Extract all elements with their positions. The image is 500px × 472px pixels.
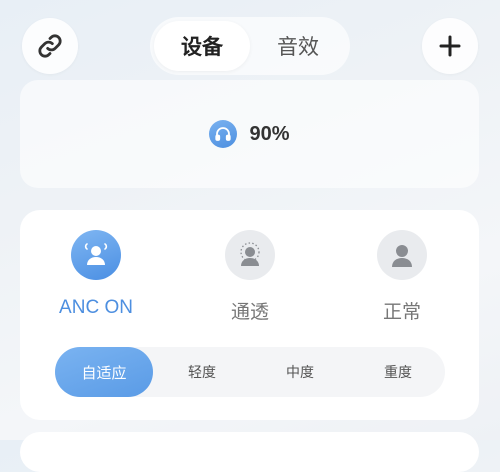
tab-device[interactable]: 设备 [154, 21, 250, 71]
mode-label-normal: 正常 [382, 302, 421, 323]
add-button[interactable] [422, 18, 478, 74]
next-card [20, 432, 479, 472]
battery-status: 90% [209, 120, 290, 148]
plus-icon [439, 35, 461, 57]
link-button[interactable] [22, 18, 78, 74]
headphones-icon [209, 120, 238, 148]
transparency-person-icon [225, 230, 275, 280]
tab-sound-effects[interactable]: 音效 [250, 21, 346, 71]
mode-normal[interactable]: 正常 [342, 230, 462, 324]
mode-label-anc-on: ANC ON [59, 297, 133, 318]
tab-bar: 设备 音效 [150, 17, 350, 75]
battery-card: 90% [20, 80, 479, 188]
mode-label-transparency: 通透 [230, 302, 269, 323]
anc-person-icon [71, 230, 121, 280]
link-icon [38, 34, 62, 58]
level-deep[interactable]: 重度 [349, 347, 447, 397]
mode-anc-on[interactable]: ANC ON [36, 230, 156, 319]
mode-transparency[interactable]: 通透 [190, 230, 310, 324]
level-adaptive[interactable]: 自适应 [55, 347, 153, 397]
level-light[interactable]: 轻度 [153, 347, 251, 397]
normal-person-icon [377, 230, 427, 280]
level-medium[interactable]: 中度 [251, 347, 349, 397]
noise-control-card: ANC ON 通透 正常 自适应 轻度 中度 重度 [20, 210, 479, 420]
anc-level-selector: 自适应 轻度 中度 重度 [55, 347, 445, 397]
battery-percent: 90% [249, 122, 290, 145]
